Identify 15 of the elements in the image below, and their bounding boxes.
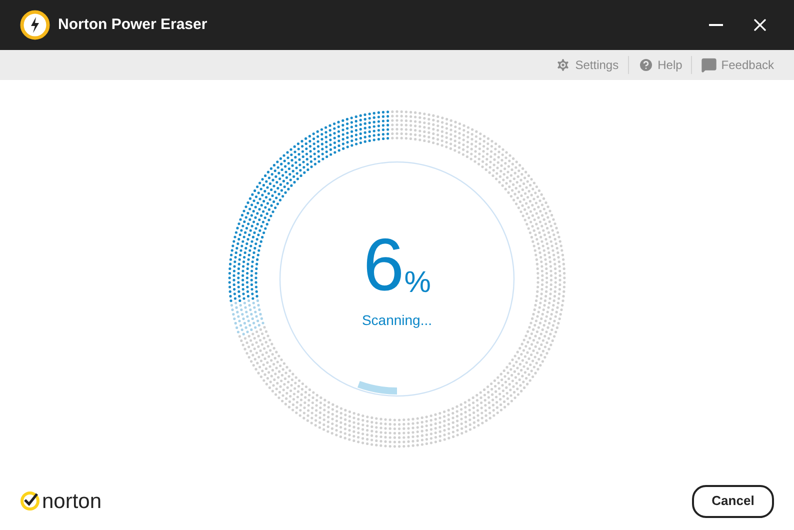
lightning-bolt-icon	[20, 10, 50, 40]
percent-sign: %	[404, 268, 431, 298]
cancel-button[interactable]: Cancel	[692, 484, 774, 518]
help-button[interactable]: Help	[638, 56, 682, 74]
percent-value: 6	[363, 228, 404, 302]
help-icon	[638, 57, 654, 73]
window-title: Norton Power Eraser	[58, 14, 208, 35]
status-text: Scanning...	[362, 310, 432, 330]
minimize-icon	[709, 24, 723, 26]
settings-icon	[555, 57, 572, 73]
logo-wordmark: norton	[42, 490, 102, 512]
speech-bubble-icon	[701, 57, 718, 73]
feedback-button[interactable]: Feedback	[701, 56, 774, 74]
checkmark-logo-icon	[20, 491, 40, 511]
settings-button[interactable]: Settings	[555, 56, 619, 74]
